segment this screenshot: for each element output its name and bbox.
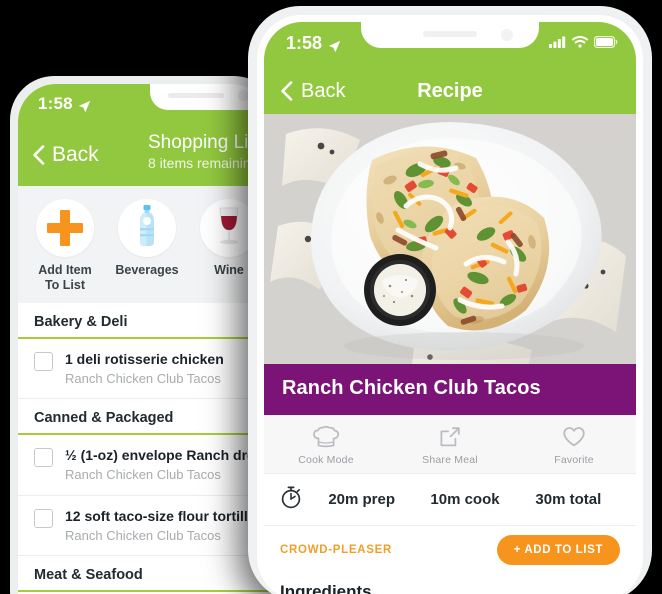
- right-phone-device: 1:58 Back Recipe Ranch Chicken Club Taco…: [248, 6, 652, 594]
- right-status-time-group: 1:58: [286, 33, 341, 54]
- items-remaining-label: 8 items remaining: [148, 155, 259, 171]
- category-label-line2: To List: [44, 278, 86, 292]
- list-item-recipe: Ranch Chicken Club Tacos: [65, 527, 221, 543]
- favorite-label: Favorite: [554, 454, 594, 466]
- left-nav-title-block: Shopping List 8 items remaining: [148, 132, 263, 171]
- location-arrow-icon: [328, 37, 341, 53]
- crowd-pleaser-badge: CROWD-PLEASER: [280, 544, 392, 556]
- speaker-grille: [423, 31, 477, 37]
- category-label: Beverages: [115, 263, 179, 277]
- category-circle: [118, 199, 176, 257]
- share-icon: [388, 424, 512, 450]
- status-icons-group: [549, 35, 618, 53]
- list-section-header: Meat & Seafood: [18, 556, 270, 593]
- shopping-list-title: Shopping List: [148, 132, 264, 153]
- left-status-time-group: 1:58: [38, 94, 91, 114]
- wine-glass-icon: [214, 205, 244, 252]
- recipe-action-bar: Cook Mode Share Meal Favorite: [264, 415, 636, 474]
- list-item-checkbox[interactable]: [34, 352, 53, 371]
- share-meal-label: Share Meal: [422, 454, 478, 466]
- left-back-label: Back: [52, 143, 99, 166]
- recipe-title: Ranch Chicken Club Tacos: [282, 377, 541, 399]
- chevron-left-icon: [280, 81, 293, 101]
- list-section-header: Canned & Packaged: [18, 399, 270, 436]
- right-status-bar: 1:58: [264, 22, 636, 68]
- left-phone-screen: 1:58 Back Shopping List 8 items remainin…: [18, 84, 270, 594]
- recipe-hero-image: [264, 114, 636, 364]
- recipe-time-row: 20m prep 10m cook 30m total: [264, 474, 636, 526]
- category-beverages[interactable]: Beverages: [108, 199, 186, 293]
- speaker-grille: [168, 93, 224, 98]
- list-item-text: ½ (1-oz) envelope Ranch dressing mix Ran…: [65, 446, 256, 483]
- battery-icon: [593, 35, 618, 53]
- stopwatch-icon: [280, 485, 310, 514]
- cook-mode-button[interactable]: Cook Mode: [264, 424, 388, 466]
- plus-icon: [47, 210, 83, 246]
- left-phone-device: 1:58 Back Shopping List 8 items remainin…: [10, 76, 278, 594]
- heart-icon: [512, 424, 636, 450]
- total-time: 30m total: [535, 491, 602, 508]
- list-item-text: 12 soft taco-size flour tortillas Ranch …: [65, 507, 256, 544]
- wifi-icon: [572, 35, 588, 53]
- right-nav-bar: Back Recipe: [264, 68, 636, 114]
- chef-hat-icon: [264, 424, 388, 450]
- category-shortcuts: Add Item To List Beverages Wine: [18, 186, 270, 303]
- recipe-title-bar: Ranch Chicken Club Tacos: [264, 364, 636, 415]
- list-item-text: 1 deli rotisserie chicken Ranch Chicken …: [65, 350, 224, 387]
- front-camera-icon: [501, 29, 513, 41]
- right-back-label: Back: [301, 79, 346, 102]
- screenshot-stage: 1:58 Back Shopping List 8 items remainin…: [0, 0, 662, 594]
- cellular-signal-icon: [549, 35, 566, 53]
- cook-time: 10m cook: [430, 491, 500, 508]
- right-status-time: 1:58: [286, 33, 323, 53]
- category-add-item[interactable]: Add Item To List: [26, 199, 104, 293]
- right-phone-notch: [361, 22, 539, 48]
- left-back-button[interactable]: Back: [32, 143, 99, 167]
- list-item-name: 12 soft taco-size flour tortillas: [65, 507, 256, 524]
- location-arrow-icon: [78, 98, 91, 112]
- cook-mode-label: Cook Mode: [298, 454, 354, 466]
- list-item[interactable]: 1 deli rotisserie chicken Ranch Chicken …: [18, 339, 270, 400]
- list-item-recipe: Ranch Chicken Club Tacos: [65, 370, 221, 386]
- left-phone-bezel: 1:58 Back Shopping List 8 items remainin…: [18, 84, 270, 594]
- right-back-button[interactable]: Back: [280, 80, 345, 103]
- left-nav-bar: Back Shopping List 8 items remaining: [18, 124, 270, 186]
- chevron-left-icon: [32, 145, 45, 165]
- taco-photo-illustration: [264, 114, 636, 364]
- list-item-checkbox[interactable]: [34, 508, 53, 528]
- list-item-checkbox[interactable]: [34, 448, 53, 468]
- share-meal-button[interactable]: Share Meal: [388, 424, 512, 466]
- left-status-bar: 1:58: [18, 84, 270, 124]
- category-label: Add Item To List: [26, 263, 104, 293]
- ingredients-heading: Ingredients: [264, 574, 636, 594]
- list-section-header: Bakery & Deli: [18, 303, 270, 339]
- right-phone-bezel: 1:58 Back Recipe Ranch Chicken Club Taco…: [257, 15, 643, 594]
- recipe-tag-row: CROWD-PLEASER + ADD TO LIST: [264, 526, 636, 574]
- list-item-recipe: Ranch Chicken Club Tacos: [65, 467, 221, 483]
- water-bottle-icon: [135, 204, 159, 253]
- list-item-name: 1 deli rotisserie chicken: [65, 351, 224, 367]
- shopping-list: Bakery & Deli 1 deli rotisserie chicken …: [18, 303, 270, 594]
- category-circle: [36, 199, 94, 257]
- list-item-name: ½ (1-oz) envelope Ranch dressing mix: [65, 447, 256, 464]
- favorite-button[interactable]: Favorite: [512, 424, 636, 466]
- list-item[interactable]: 12 soft taco-size flour tortillas Ranch …: [18, 495, 270, 557]
- add-to-list-button[interactable]: + ADD TO LIST: [496, 535, 620, 565]
- left-status-time: 1:58: [38, 94, 73, 113]
- category-label-line1: Add Item: [38, 263, 92, 277]
- list-item[interactable]: ½ (1-oz) envelope Ranch dressing mix Ran…: [18, 435, 270, 496]
- prep-time: 20m prep: [328, 491, 396, 508]
- right-phone-screen: 1:58 Back Recipe Ranch Chicken Club Taco…: [264, 22, 636, 594]
